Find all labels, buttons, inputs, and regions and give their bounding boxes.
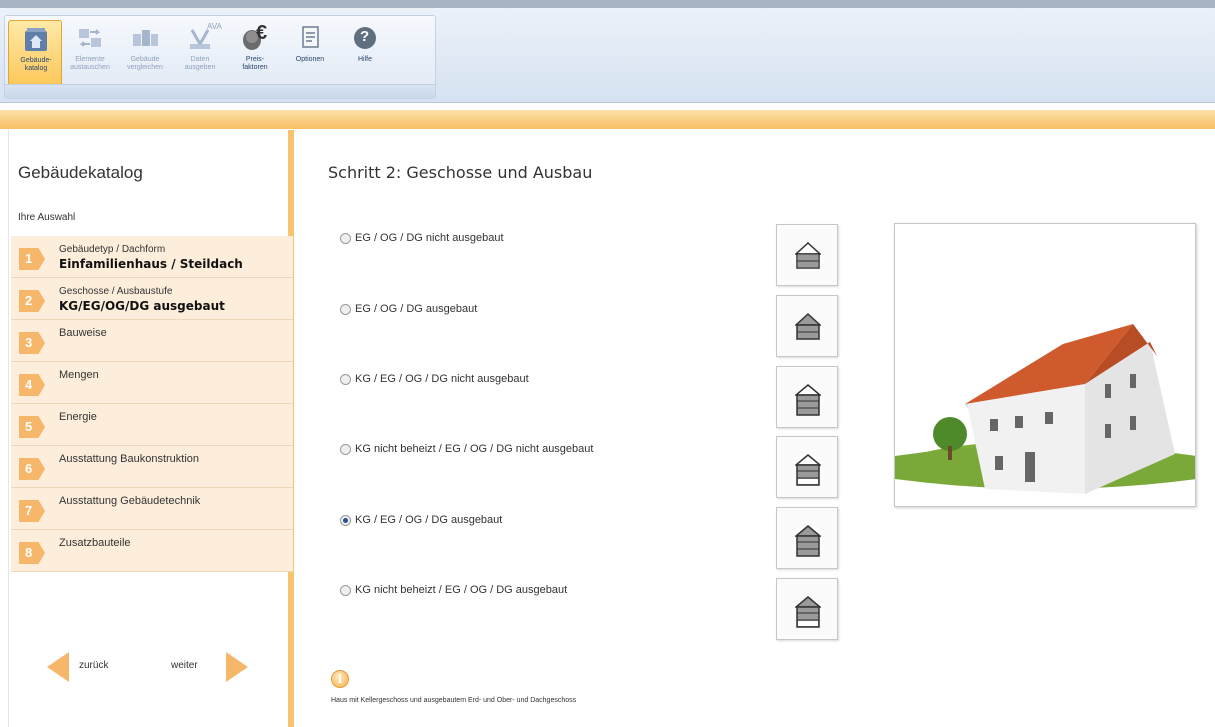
radio-button[interactable]	[340, 374, 351, 385]
option-label: KG / EG / OG / DG nicht ausgebaut	[355, 373, 529, 385]
window-top-border	[0, 0, 1215, 8]
step-number: 5	[19, 416, 45, 438]
ribbon-toolbar: Gebäude- katalog Elemente austauschen Ge…	[0, 0, 1215, 103]
radio-button[interactable]	[340, 233, 351, 244]
info-description: Haus mit Kellergeschoss und ausgebautem …	[331, 697, 577, 704]
help-button[interactable]: ? Hilfe	[338, 20, 392, 86]
step-8-zusatzbauteile[interactable]: 8 Zusatzbauteile	[11, 530, 293, 572]
option-label: KG / EG / OG / DG ausgebaut	[355, 514, 503, 526]
step-value: Einfamilienhaus / Steildach	[59, 257, 243, 271]
options-label: Optionen	[295, 56, 325, 63]
sidebar: Gebäudekatalog Ihre Auswahl 1 Gebäudetyp…	[8, 130, 294, 727]
page-title: Schritt 2: Geschosse und Ausbau	[328, 163, 593, 182]
arrow-left-icon	[47, 652, 69, 682]
ava-badge: AVA	[207, 22, 222, 31]
step-number: 3	[19, 332, 45, 354]
exchange-elements-label: Elemente austauschen	[70, 56, 110, 71]
sidebar-subtitle: Ihre Auswahl	[18, 212, 76, 223]
step-value: KG/EG/OG/DG ausgebaut	[59, 299, 225, 313]
floor-button-4[interactable]	[776, 436, 838, 498]
price-factors-label: Preis- faktoren	[242, 56, 268, 71]
radio-button[interactable]	[340, 304, 351, 315]
floor-button-5[interactable]	[776, 507, 838, 569]
next-label: weiter	[171, 660, 198, 671]
building-catalog-icon	[25, 28, 47, 51]
step-3-bauweise[interactable]: 3 Bauweise	[11, 320, 293, 362]
step-number: 2	[19, 290, 45, 312]
app-window: Gebäude- katalog Elemente austauschen Ge…	[0, 0, 1215, 727]
floor-button-2[interactable]	[776, 295, 838, 357]
step-number: 4	[19, 374, 45, 396]
step-label: Mengen	[59, 369, 99, 381]
option-label: KG nicht beheizt / EG / OG / DG nicht au…	[355, 443, 594, 455]
option-label: EG / OG / DG nicht ausgebaut	[355, 232, 504, 244]
next-button[interactable]: weiter	[169, 650, 259, 682]
step-1-gebaeudetyp[interactable]: 1 Gebäudetyp / Dachform Einfamilienhaus …	[11, 236, 293, 278]
step-7-ausstattung-gebaeudetechnik[interactable]: 7 Ausstattung Gebäudetechnik	[11, 488, 293, 530]
exchange-elements-button[interactable]: Elemente austauschen	[63, 20, 117, 86]
euro-symbol: €	[256, 22, 268, 44]
compare-buildings-icon	[133, 30, 158, 46]
floor-button-1[interactable]	[776, 224, 838, 286]
step-number: 1	[19, 248, 45, 270]
house-floors-icon	[795, 454, 821, 486]
sidebar-title: Gebäudekatalog	[18, 163, 143, 182]
radio-button-selected[interactable]	[340, 515, 351, 526]
building-catalog-label: Gebäude- katalog	[20, 57, 52, 72]
house-floors-icon	[795, 312, 821, 340]
step-4-mengen[interactable]: 4 Mengen	[11, 362, 293, 404]
options-button[interactable]: Optionen	[283, 20, 337, 86]
step-label: Zusatzbauteile	[59, 537, 131, 549]
compare-buildings-label: Gebäude vergleichen	[127, 56, 163, 71]
step-number: 6	[19, 458, 45, 480]
export-data-button[interactable]: AVA Daten ausgeben	[173, 20, 227, 86]
back-label: zurück	[79, 660, 109, 671]
house-floors-icon	[795, 596, 821, 628]
step-5-energie[interactable]: 5 Energie	[11, 404, 293, 446]
step-label: Ausstattung Baukonstruktion	[59, 453, 200, 465]
house-preview-image	[894, 223, 1196, 507]
help-symbol: ?	[360, 28, 370, 45]
house-floors-icon	[795, 241, 821, 269]
building-catalog-button[interactable]: Gebäude- katalog	[8, 20, 62, 86]
step-number: 8	[19, 542, 45, 564]
step-number: 7	[19, 500, 45, 522]
step-2-geschosse[interactable]: 2 Geschosse / Ausbaustufe KG/EG/OG/DG au…	[11, 278, 293, 320]
step-label: Gebäudetyp / Dachform	[59, 244, 166, 255]
option-label: EG / OG / DG ausgebaut	[355, 303, 478, 315]
step-label: Bauweise	[59, 327, 107, 339]
compare-buildings-button[interactable]: Gebäude vergleichen	[118, 20, 172, 86]
radio-button[interactable]	[340, 585, 351, 596]
ribbon-group-footer	[5, 84, 435, 98]
option-label: KG nicht beheizt / EG / OG / DG ausgebau…	[355, 584, 568, 596]
floor-button-6[interactable]	[776, 578, 838, 640]
exchange-elements-icon	[79, 29, 101, 47]
house-floors-icon	[795, 384, 821, 416]
step-list: 1 Gebäudetyp / Dachform Einfamilienhaus …	[11, 236, 293, 572]
step-label: Ausstattung Gebäudetechnik	[59, 495, 201, 507]
arrow-right-icon	[226, 652, 248, 682]
ribbon-group: Gebäude- katalog Elemente austauschen Ge…	[4, 15, 436, 99]
price-factors-button[interactable]: € Preis- faktoren	[228, 20, 282, 86]
step-6-ausstattung-baukonstruktion[interactable]: 6 Ausstattung Baukonstruktion	[11, 446, 293, 488]
export-data-label: Daten ausgeben	[184, 56, 216, 71]
house-floors-icon	[795, 525, 821, 557]
step-label: Energie	[59, 411, 97, 423]
header-bar	[0, 110, 1215, 129]
house-illustration	[895, 224, 1195, 506]
radio-button[interactable]	[340, 444, 351, 455]
floor-button-3[interactable]	[776, 366, 838, 428]
info-icon: i	[331, 670, 349, 688]
help-label: Hilfe	[357, 56, 372, 63]
options-icon	[302, 26, 319, 48]
back-button[interactable]: zurück	[47, 650, 137, 682]
step-label: Geschosse / Ausbaustufe	[59, 286, 173, 297]
